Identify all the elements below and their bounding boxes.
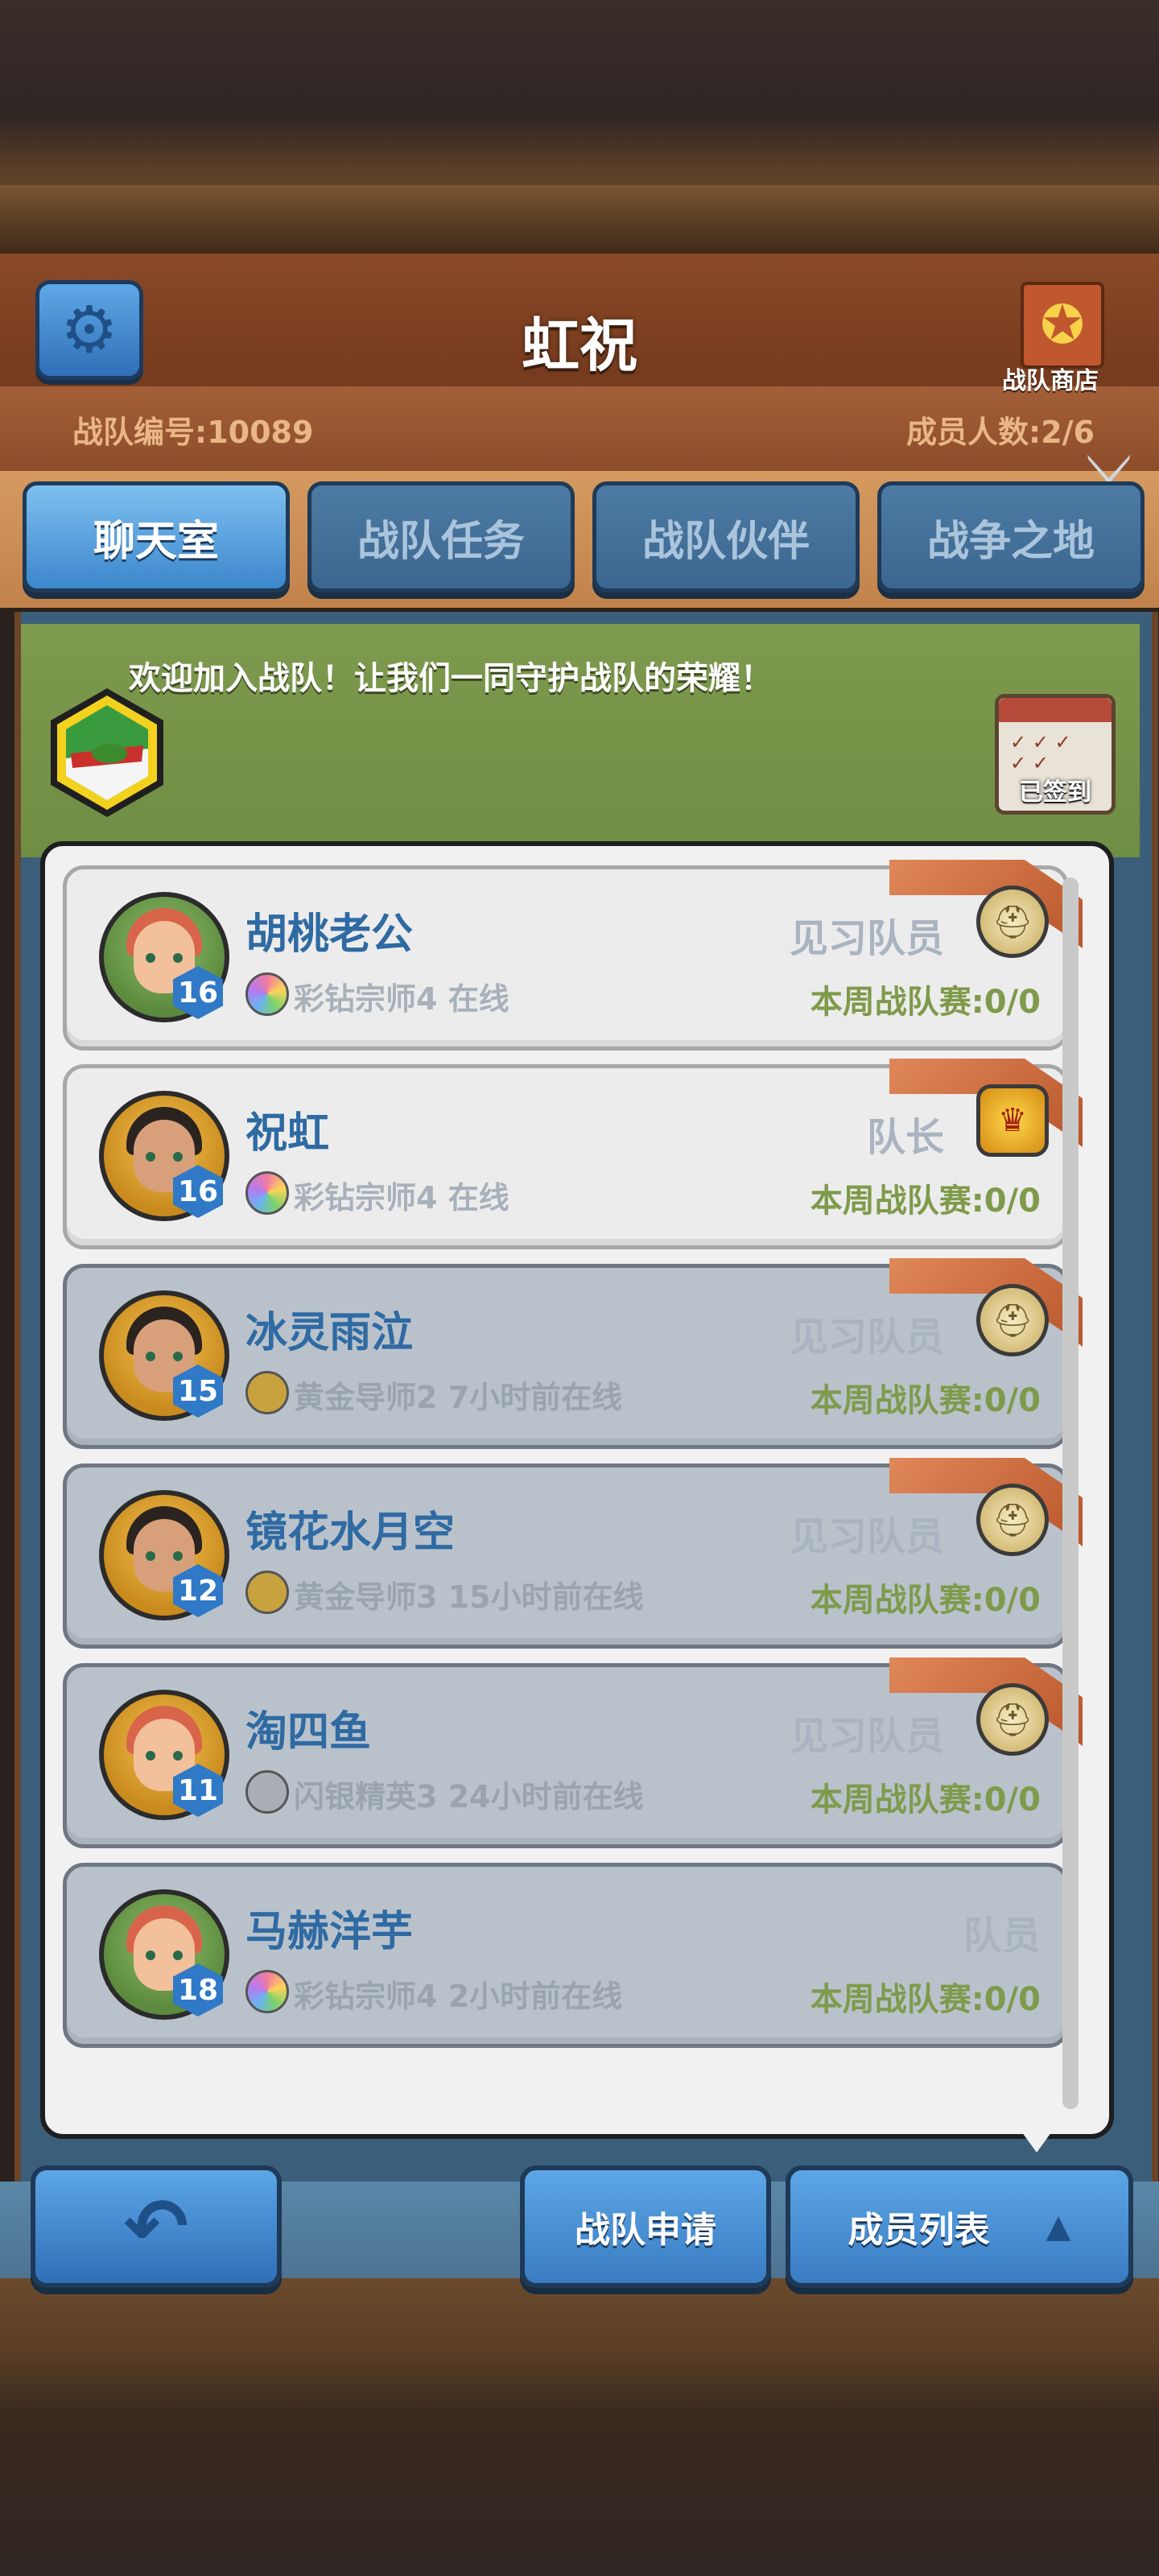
team-shop-button[interactable]: ✪ 战队商店 bbox=[982, 266, 1119, 395]
member-list-label: 成员列表 bbox=[848, 2210, 990, 2251]
rank-medal-icon bbox=[245, 1371, 289, 1414]
team-number: 战队编号:10089 bbox=[72, 415, 314, 450]
rank-status: 彩钻宗师4 在线 bbox=[294, 1180, 509, 1216]
calendar-icon bbox=[999, 698, 1112, 722]
member-row[interactable]: 18 马赫洋芋 彩钻宗师4 2小时前在线 队员 本周战队赛:0/0 bbox=[63, 1863, 1069, 2048]
tab-war-land[interactable]: 战争之地 bbox=[877, 481, 1145, 592]
chevron-up-icon: ▲ bbox=[1046, 2208, 1071, 2245]
rank-medal-icon bbox=[245, 972, 289, 1016]
member-role: 队长 bbox=[866, 1115, 944, 1160]
rank-medal-icon bbox=[245, 1571, 289, 1614]
rank-status: 黄金导师3 15小时前在线 bbox=[294, 1579, 644, 1615]
team-apply-button[interactable]: 战队申请 bbox=[520, 2165, 771, 2288]
rank-status: 黄金导师2 7小时前在线 bbox=[294, 1380, 623, 1415]
member-row[interactable]: ⛑ 12 镜花水月空 黄金导师3 15小时前在线 见习队员 本周战队赛:0/0 bbox=[63, 1458, 1083, 1649]
bottom-wood-frame bbox=[0, 2278, 1159, 2576]
checked-in-label: 已签到 bbox=[1019, 778, 1091, 807]
weekly-battles: 本周战队赛:0/0 bbox=[810, 1183, 1041, 1220]
weekly-battles: 本周战队赛:0/0 bbox=[810, 1382, 1041, 1419]
popup-pointer bbox=[1016, 2124, 1058, 2153]
member-count: 成员人数:2/6 bbox=[906, 415, 1095, 450]
checkin-calendar-button[interactable]: ✓ ✓ ✓ ✓ ✓ 已签到 bbox=[995, 694, 1116, 815]
settings-button[interactable]: ⚙ bbox=[35, 280, 143, 380]
tab-chat-room[interactable]: 聊天室 bbox=[23, 481, 290, 592]
member-row[interactable]: ⛑ 11 淘四鱼 闪银精英3 24小时前在线 见习队员 本周战队赛:0/0 bbox=[63, 1657, 1083, 1848]
top-wood-frame bbox=[0, 0, 1159, 209]
team-name-title: 虹祝 bbox=[521, 312, 637, 379]
welcome-message: 欢迎加入战队！让我们一同守护战队的荣耀！ bbox=[129, 660, 773, 697]
member-name: 马赫洋芋 bbox=[245, 1908, 414, 1956]
weekly-battles: 本周战队赛:0/0 bbox=[810, 1981, 1041, 2018]
member-list-button[interactable]: 成员列表 ▲ bbox=[786, 2165, 1133, 2288]
top-wood-rim bbox=[0, 185, 1159, 258]
shop-icon: ✪ bbox=[1021, 282, 1104, 369]
helmet-icon: ⛑ bbox=[976, 886, 1049, 958]
rank-status: 彩钻宗师4 2小时前在线 bbox=[294, 1979, 623, 2014]
gear-icon: ⚙ bbox=[60, 292, 118, 367]
weekly-battles: 本周战队赛:0/0 bbox=[810, 984, 1041, 1021]
member-role: 见习队员 bbox=[789, 1714, 944, 1759]
tab-team-partners[interactable]: 战队伙伴 bbox=[592, 481, 860, 592]
calendar-grid-icon: ✓ ✓ ✓ ✓ ✓ bbox=[1010, 731, 1071, 774]
rank-medal-icon bbox=[245, 1970, 289, 2013]
helmet-icon: ⛑ bbox=[976, 1683, 1049, 1756]
rank-medal-icon bbox=[245, 1770, 289, 1814]
member-name: 淘四鱼 bbox=[245, 1708, 372, 1757]
list-scrollbar[interactable] bbox=[1062, 877, 1079, 2109]
member-row[interactable]: ♛ 16 祝虹 彩钻宗师4 在线 队长 本周战队赛:0/0 bbox=[63, 1059, 1083, 1249]
weekly-battles: 本周战队赛:0/0 bbox=[810, 1582, 1041, 1619]
crown-helmet-icon: ♛ bbox=[976, 1084, 1049, 1157]
helmet-icon: ⛑ bbox=[976, 1284, 1049, 1356]
rank-medal-icon bbox=[245, 1171, 289, 1215]
weekly-battles: 本周战队赛:0/0 bbox=[810, 1781, 1041, 1818]
member-name: 祝虹 bbox=[245, 1109, 330, 1158]
member-name: 镜花水月空 bbox=[245, 1509, 456, 1557]
member-row[interactable]: ⛑ 16 胡桃老公 彩钻宗师4 在线 见习队员 本周战队赛:0/0 bbox=[63, 860, 1083, 1051]
team-emblem-icon[interactable] bbox=[47, 684, 167, 821]
back-button[interactable]: ↶ bbox=[31, 2165, 282, 2288]
rank-status: 彩钻宗师4 在线 bbox=[294, 981, 509, 1017]
member-role: 见习队员 bbox=[789, 916, 944, 961]
rank-status: 闪银精英3 24小时前在线 bbox=[294, 1779, 644, 1814]
member-name: 胡桃老公 bbox=[245, 910, 414, 959]
member-name: 冰灵雨泣 bbox=[245, 1309, 414, 1357]
member-role: 见习队员 bbox=[789, 1514, 944, 1559]
member-role: 见习队员 bbox=[789, 1315, 944, 1360]
member-row[interactable]: ⛑ 15 冰灵雨泣 黄金导师2 7小时前在线 见习队员 本周战队赛:0/0 bbox=[63, 1258, 1083, 1449]
back-arrow-icon: ↶ bbox=[123, 2182, 189, 2272]
member-role: 队员 bbox=[963, 1913, 1041, 1959]
tab-team-tasks[interactable]: 战队任务 bbox=[307, 481, 575, 592]
helmet-icon: ⛑ bbox=[976, 1484, 1049, 1556]
shop-label: 战队商店 bbox=[1002, 367, 1099, 395]
